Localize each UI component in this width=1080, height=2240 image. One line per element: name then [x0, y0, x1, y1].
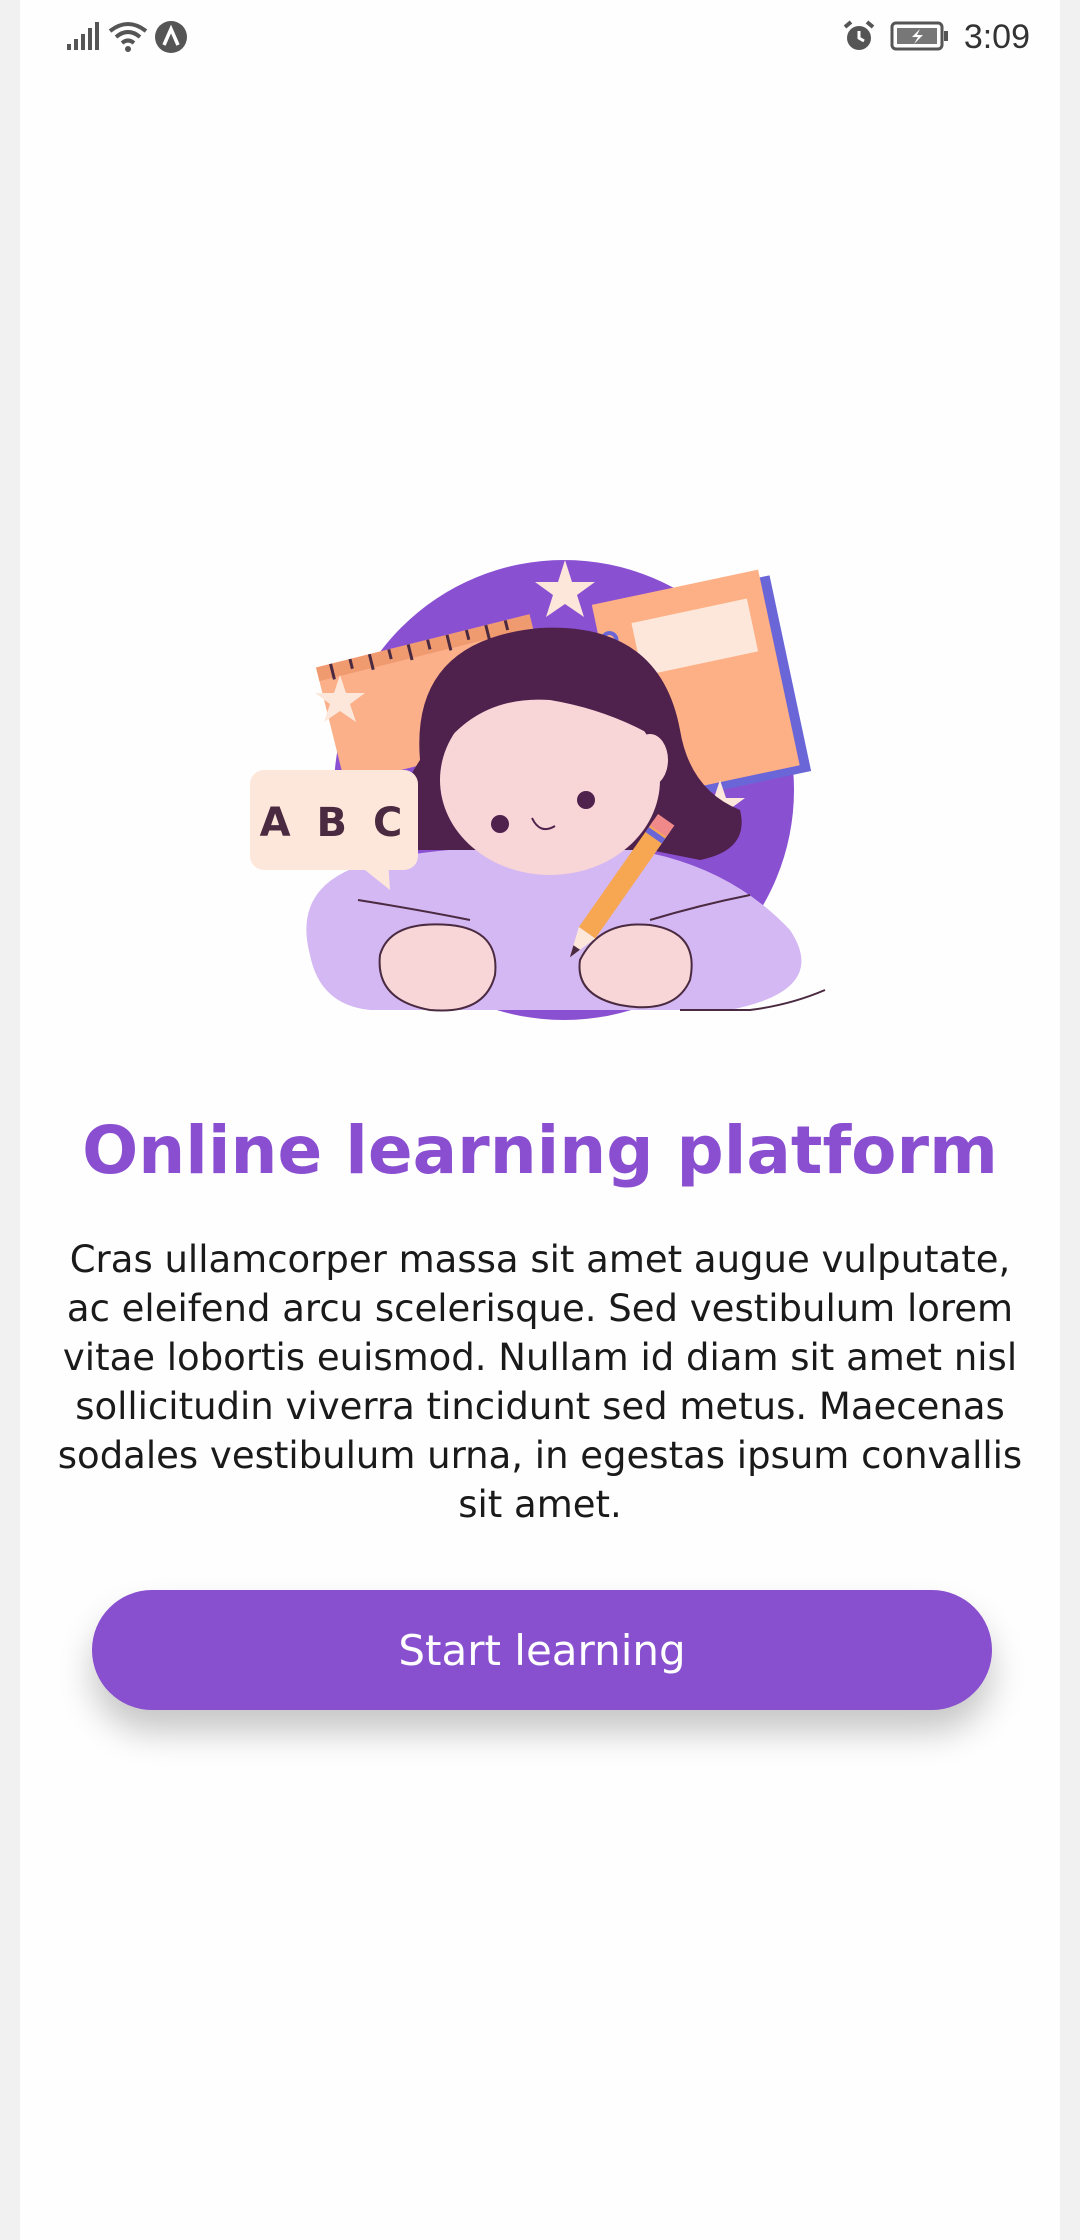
- app-notification-icon: [154, 20, 188, 58]
- wifi-icon: [108, 21, 148, 57]
- left-hand: [378, 923, 497, 1012]
- signal-icon: [66, 22, 102, 56]
- app-screen: 3:09 A B C Online learning platform Cras…: [20, 0, 1060, 2240]
- page-title: Online learning platform: [82, 1112, 998, 1189]
- start-learning-button[interactable]: Start learning: [92, 1590, 992, 1710]
- status-time: 3:09: [963, 18, 1030, 56]
- status-bar: 3:09: [20, 0, 1060, 80]
- description-text: Cras ullamcorper massa sit amet augue vu…: [57, 1238, 1023, 1526]
- status-right-icons: 3:09: [842, 18, 1030, 57]
- alarm-icon: [842, 19, 876, 57]
- status-left-icons: [66, 20, 188, 58]
- battery-charging-icon: [890, 20, 950, 56]
- speech-bubble-text: A B C: [260, 800, 409, 846]
- girl-studying-illustration: A B C: [250, 560, 870, 1040]
